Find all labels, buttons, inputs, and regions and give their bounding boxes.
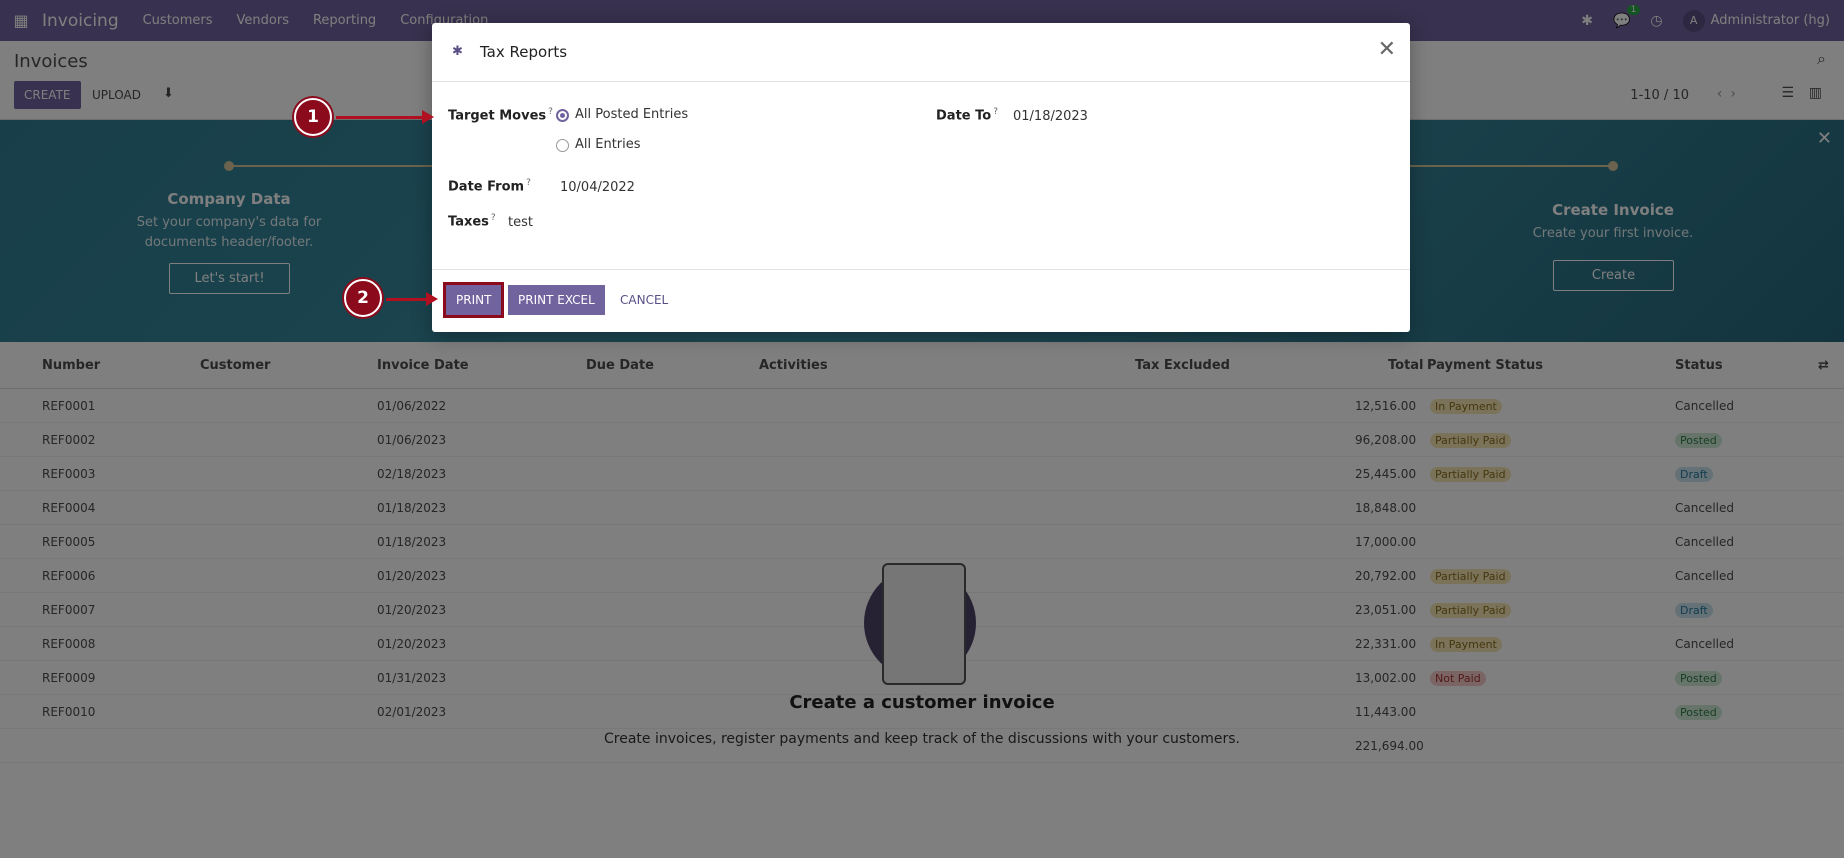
target-moves-label: Target Moves? bbox=[448, 107, 553, 124]
radio-all-posted[interactable] bbox=[556, 109, 569, 122]
dialog-title: Tax Reports bbox=[480, 43, 568, 61]
help-mark[interactable]: ? bbox=[993, 107, 998, 117]
callout-arrow-1 bbox=[336, 110, 434, 124]
callout-step-1: 1 bbox=[294, 98, 332, 136]
print-excel-button[interactable]: PRINT EXCEL bbox=[508, 285, 605, 315]
bug-icon: ✱ bbox=[452, 44, 463, 59]
date-from-field[interactable]: 10/04/2022 bbox=[560, 180, 635, 195]
date-to-field[interactable]: 01/18/2023 bbox=[1013, 109, 1088, 124]
print-button[interactable]: PRINT bbox=[442, 282, 505, 318]
dialog-header: ✱ Tax Reports ✕ bbox=[432, 23, 1410, 82]
close-icon[interactable]: ✕ bbox=[1378, 37, 1396, 62]
help-mark[interactable]: ? bbox=[548, 107, 553, 117]
tax-reports-dialog: ✱ Tax Reports ✕ Target Moves? All Posted… bbox=[432, 23, 1410, 332]
dialog-footer: PRINT PRINT EXCEL CANCEL bbox=[432, 269, 1410, 332]
date-to-label: Date To? bbox=[936, 107, 998, 124]
help-mark[interactable]: ? bbox=[491, 213, 496, 223]
date-from-label: Date From? bbox=[448, 178, 531, 195]
option-all-posted-label[interactable]: All Posted Entries bbox=[575, 107, 688, 122]
help-mark[interactable]: ? bbox=[526, 178, 531, 188]
taxes-label: Taxes? bbox=[448, 213, 496, 230]
callout-arrow-2 bbox=[386, 292, 438, 306]
taxes-field[interactable]: test bbox=[508, 215, 533, 230]
callout-step-2: 2 bbox=[344, 279, 382, 317]
radio-all-entries[interactable] bbox=[556, 139, 569, 152]
option-all-entries-label[interactable]: All Entries bbox=[575, 137, 641, 152]
cancel-button[interactable]: CANCEL bbox=[620, 293, 668, 307]
